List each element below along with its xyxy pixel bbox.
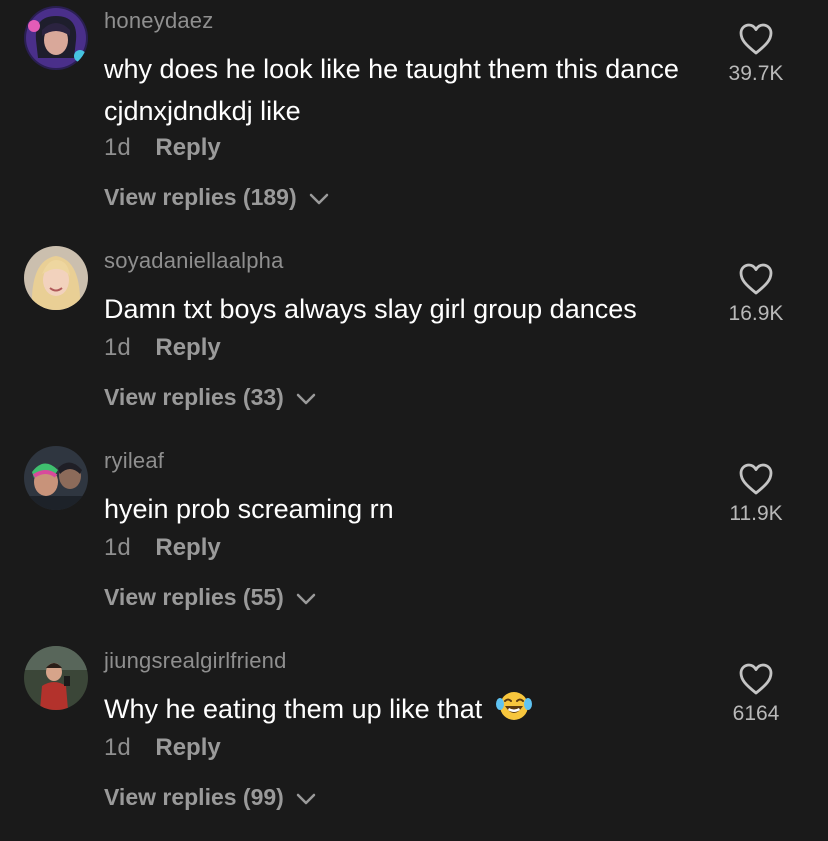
comment-text: Damn txt boys always slay girl group dan… <box>104 294 637 324</box>
chevron-down-icon <box>296 393 316 405</box>
like-count: 39.7K <box>728 62 784 85</box>
chevron-down-icon <box>309 193 329 205</box>
avatar-image <box>24 6 88 70</box>
reply-button[interactable]: Reply <box>155 734 220 761</box>
comment-text: why does he look like he taught them thi… <box>104 54 679 126</box>
avatar[interactable] <box>24 246 88 310</box>
chevron-down-icon <box>296 793 316 805</box>
comment-meta: 1d Reply <box>104 134 221 162</box>
comment-meta: 1d Reply <box>104 734 221 762</box>
like-button[interactable]: 16.9K <box>706 262 806 326</box>
heart-outline-icon <box>739 663 773 695</box>
username[interactable]: honeydaez <box>104 8 213 34</box>
like-button[interactable]: 11.9K <box>706 462 806 526</box>
view-replies-button[interactable]: View replies (99) <box>104 784 316 811</box>
like-count: 16.9K <box>728 302 784 325</box>
comment-text: hyein prob screaming rn <box>104 494 394 524</box>
timestamp: 1d <box>104 734 131 761</box>
like-count: 11.9K <box>729 502 783 525</box>
view-replies-button[interactable]: View replies (189) <box>104 184 329 211</box>
comment-meta: 1d Reply <box>104 334 221 362</box>
like-button[interactable]: 6164 <box>706 662 806 726</box>
username[interactable]: jiungsrealgirlfriend <box>104 648 287 674</box>
view-replies-button[interactable]: View replies (33) <box>104 384 316 411</box>
heart-outline-icon <box>739 23 773 55</box>
avatar[interactable] <box>24 646 88 710</box>
view-replies-label: View replies (99) <box>104 784 284 810</box>
comment-text-content: Why he eating them up like that <box>104 694 483 724</box>
username[interactable]: soyadaniellaalpha <box>104 248 284 274</box>
reply-button[interactable]: Reply <box>155 334 220 361</box>
reply-button[interactable]: Reply <box>155 134 220 161</box>
chevron-down-icon <box>296 593 316 605</box>
avatar-image <box>24 246 88 310</box>
timestamp: 1d <box>104 334 131 361</box>
view-replies-label: View replies (189) <box>104 184 297 210</box>
username[interactable]: ryileaf <box>104 448 164 474</box>
heart-outline-icon <box>739 263 773 295</box>
timestamp: 1d <box>104 134 131 161</box>
face-with-tears-of-joy-emoji <box>495 690 532 734</box>
avatar[interactable] <box>24 446 88 510</box>
avatar[interactable] <box>24 6 88 70</box>
heart-outline-icon <box>739 463 773 495</box>
comment-meta: 1d Reply <box>104 534 221 562</box>
view-replies-label: View replies (55) <box>104 584 284 610</box>
comment-text: Why he eating them up like that <box>104 688 694 734</box>
avatar-image <box>24 446 88 510</box>
avatar-image <box>24 646 88 710</box>
like-button[interactable]: 39.7K <box>706 22 806 86</box>
reply-button[interactable]: Reply <box>155 534 220 561</box>
like-count: 6164 <box>732 702 780 725</box>
timestamp: 1d <box>104 534 131 561</box>
view-replies-label: View replies (33) <box>104 384 284 410</box>
view-replies-button[interactable]: View replies (55) <box>104 584 316 611</box>
